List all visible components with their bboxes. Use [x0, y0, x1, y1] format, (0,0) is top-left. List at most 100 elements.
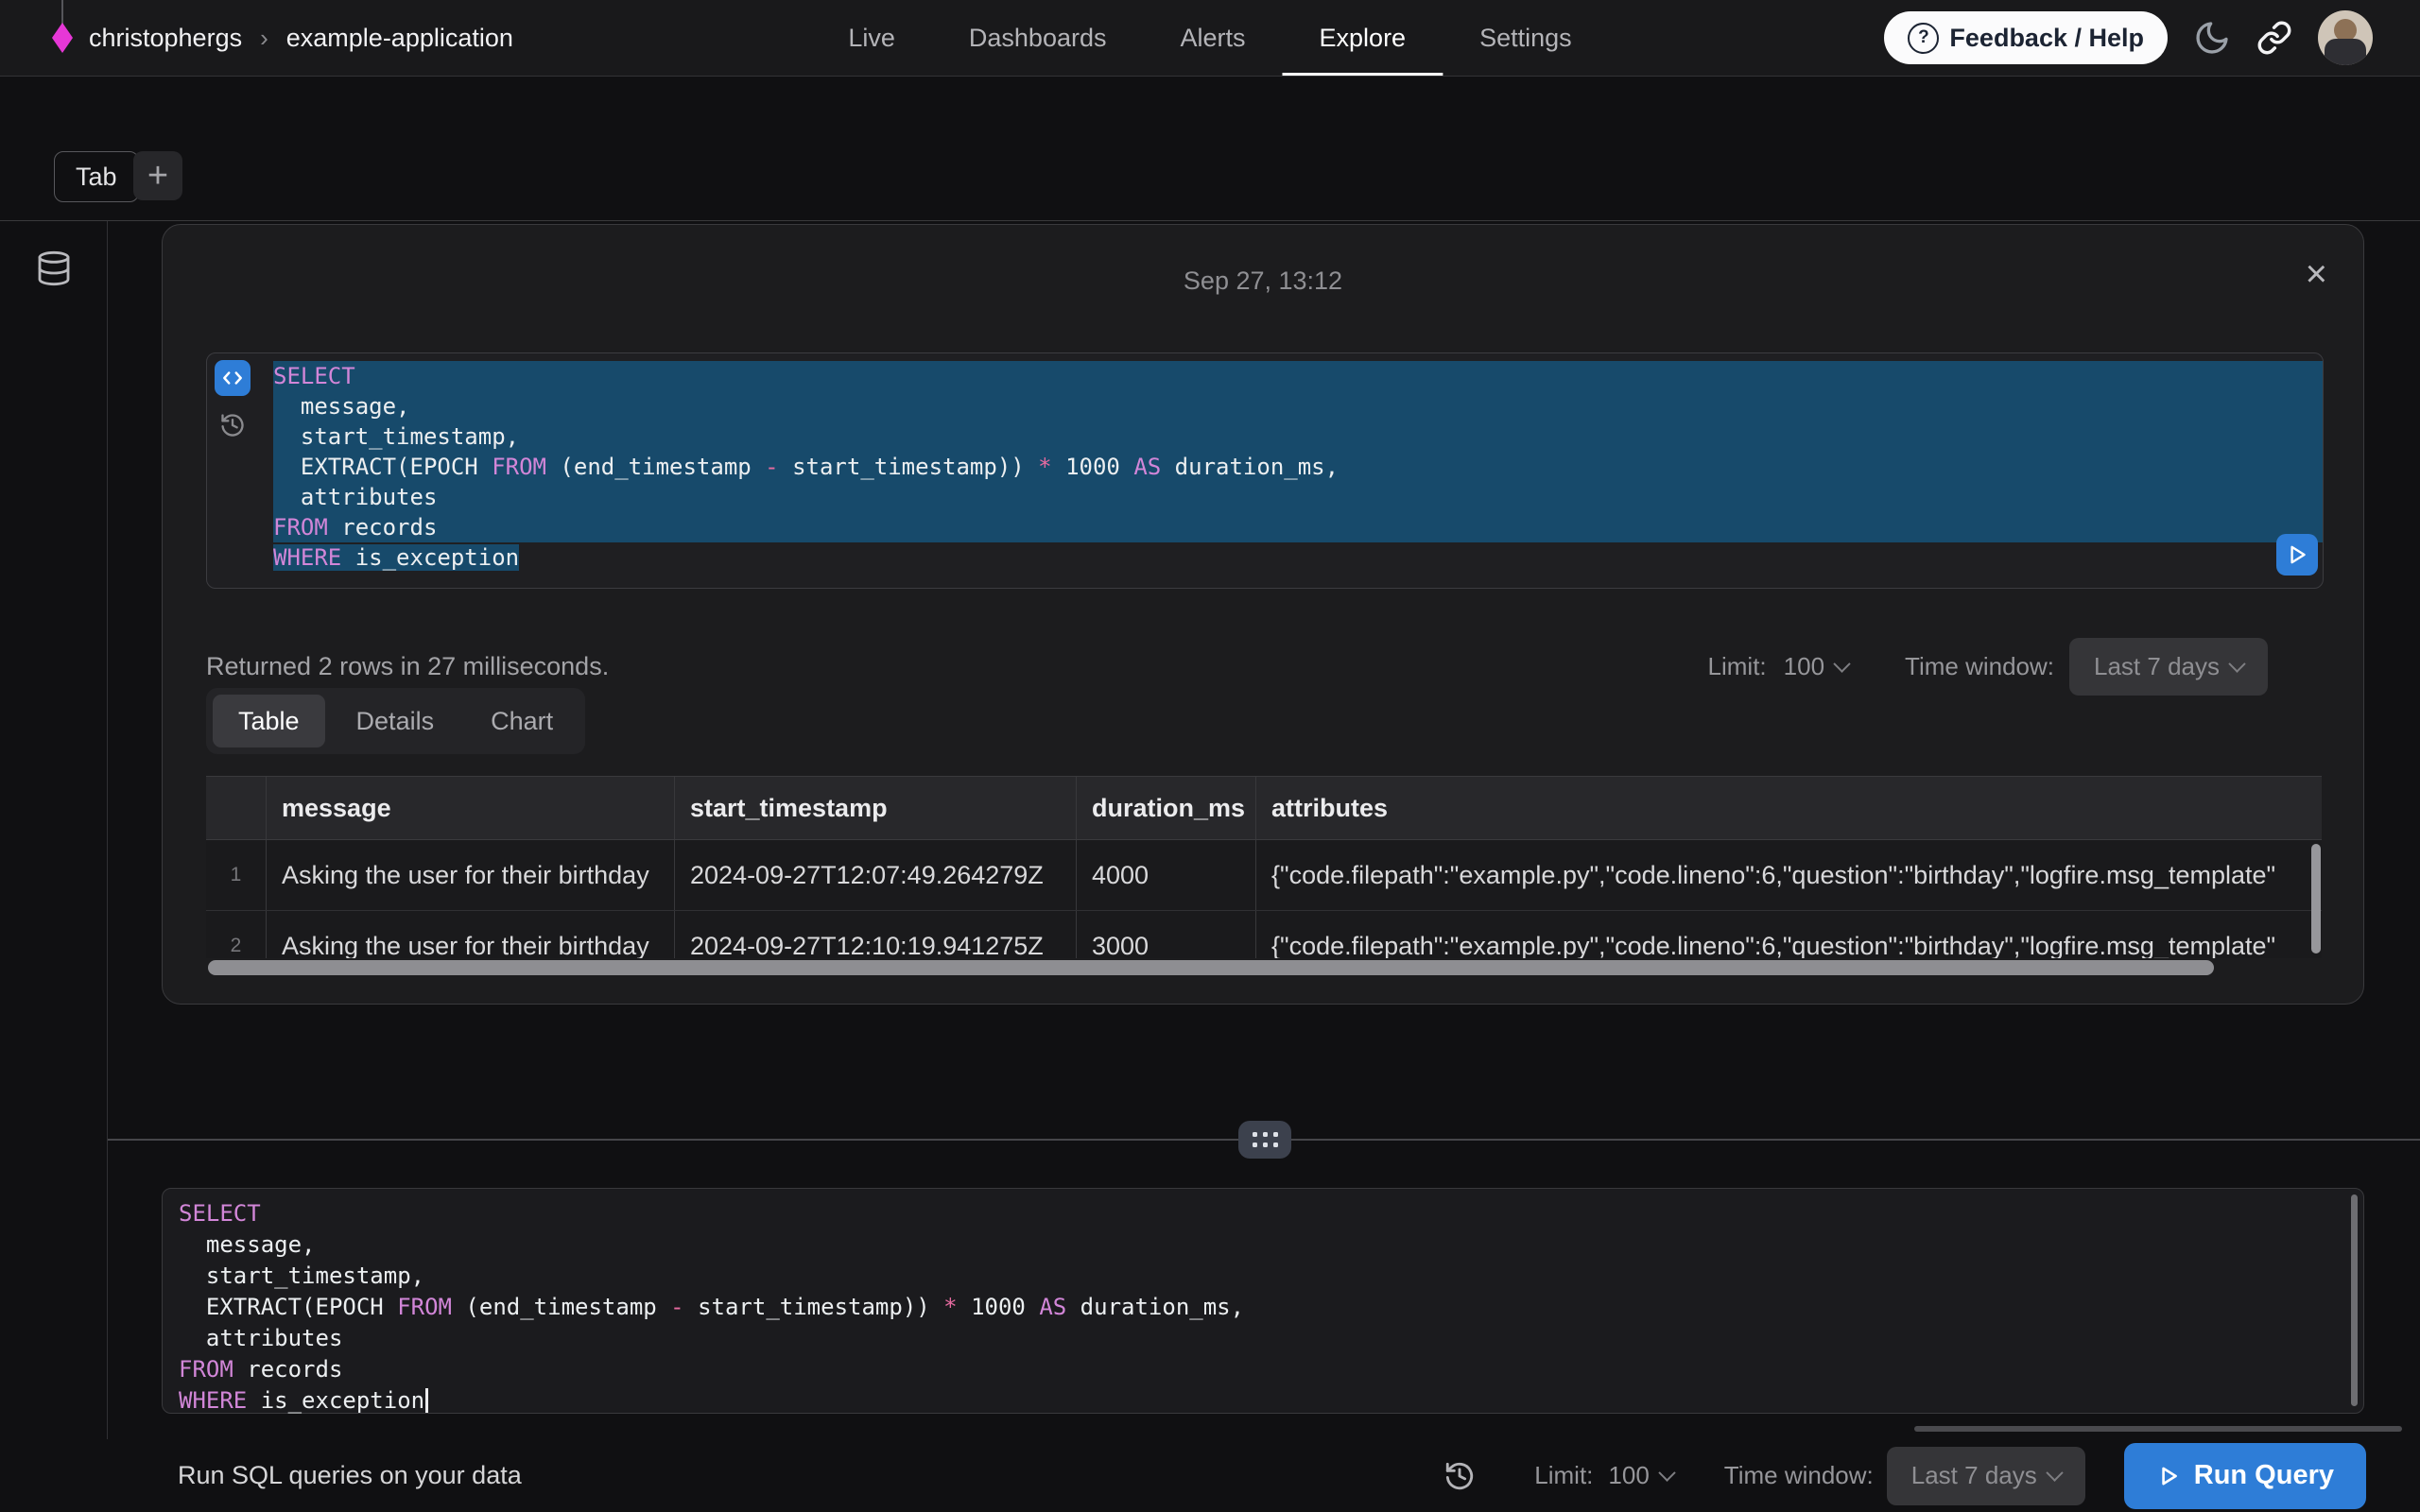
breadcrumb: christophergs › example-application: [52, 0, 513, 76]
pane-resize-handle[interactable]: [1238, 1121, 1291, 1159]
chevron-down-icon: [1833, 655, 1850, 672]
query-history-card: Sep 27, 13:12 × SELECT message, start_ti…: [162, 224, 2364, 1005]
drag-dots-icon: [1253, 1132, 1278, 1147]
schema-browser-button[interactable]: [35, 249, 73, 1439]
footer-bar: Run SQL queries on your data Limit: 100 …: [0, 1439, 2420, 1512]
sql-line: SELECT: [273, 361, 2323, 391]
column-header: [206, 777, 267, 839]
limit-label: Limit:: [1708, 652, 1767, 681]
chevron-down-icon: [2046, 1464, 2063, 1481]
close-icon[interactable]: ×: [2306, 255, 2327, 293]
table-cell: Asking the user for their birthday: [267, 840, 675, 910]
logfire-logo-icon[interactable]: [52, 23, 73, 53]
sql-line: SELECT: [179, 1198, 2335, 1229]
limit-value: 100: [1784, 652, 1824, 681]
feedback-help-button[interactable]: ? Feedback / Help: [1884, 11, 2168, 64]
footer-controls: Limit: 100 Time window: Last 7 days Run …: [1443, 1439, 2366, 1512]
time-window-select[interactable]: Last 7 days: [1887, 1447, 2085, 1505]
dark-mode-toggle[interactable]: [2193, 19, 2231, 57]
query-timestamp: Sep 27, 13:12: [163, 266, 2363, 296]
historic-query-block[interactable]: SELECT message, start_timestamp, EXTRACT…: [206, 352, 2324, 589]
feedback-help-label: Feedback / Help: [1949, 24, 2144, 53]
share-link-button[interactable]: [2256, 20, 2292, 56]
user-avatar[interactable]: [2318, 10, 2373, 65]
column-header: start_timestamp: [675, 777, 1077, 839]
code-icon: [220, 366, 245, 390]
main-nav: LiveDashboardsAlertsExploreSettings: [811, 0, 1608, 76]
copy-to-editor-button[interactable]: [215, 360, 251, 396]
nav-item-live[interactable]: Live: [811, 0, 932, 76]
left-sidebar: [0, 221, 108, 1439]
history-icon: [219, 412, 246, 438]
run-historic-query-button[interactable]: [2276, 534, 2318, 576]
sql-line: FROM records: [179, 1354, 2335, 1385]
view-tab-details[interactable]: Details: [331, 695, 460, 747]
sql-editor-code[interactable]: SELECT message, start_timestamp, EXTRACT…: [179, 1198, 2335, 1413]
results-table: messagestart_timestampduration_msattribu…: [206, 776, 2322, 958]
table-cell: Asking the user for their birthday: [267, 911, 675, 958]
play-icon: [2285, 542, 2309, 567]
nav-item-alerts[interactable]: Alerts: [1143, 0, 1282, 76]
sql-line: message,: [179, 1229, 2335, 1261]
sql-line: start_timestamp,: [273, 421, 2323, 452]
query-history-button[interactable]: [1443, 1460, 1476, 1492]
table-row[interactable]: 1Asking the user for their birthday2024-…: [206, 840, 2322, 911]
query-history-button[interactable]: [219, 412, 246, 438]
sql-line: message,: [273, 391, 2323, 421]
time-window-value: Last 7 days: [1911, 1461, 2037, 1490]
column-header: attributes: [1256, 777, 2322, 839]
sql-editor[interactable]: SELECT message, start_timestamp, EXTRACT…: [162, 1188, 2364, 1414]
sql-line: EXTRACT(EPOCH FROM (end_timestamp - star…: [273, 452, 2323, 482]
sql-line: attributes: [273, 482, 2323, 512]
view-tab-table[interactable]: Table: [213, 695, 325, 747]
sql-line: start_timestamp,: [179, 1261, 2335, 1292]
table-cell: 3000: [1077, 911, 1256, 958]
table-cell: 2024-09-27T12:10:19.941275Z: [675, 911, 1077, 958]
chevron-down-icon: [1658, 1464, 1675, 1481]
question-circle-icon: ?: [1908, 23, 1939, 54]
editor-vertical-scrollbar[interactable]: [2351, 1194, 2358, 1406]
sql-line: FROM records: [273, 512, 2323, 542]
link-icon: [2256, 20, 2292, 56]
limit-select[interactable]: 100: [1784, 652, 1848, 681]
play-icon: [2156, 1464, 2181, 1488]
time-window-select[interactable]: Last 7 days: [2069, 638, 2268, 696]
footer-hint: Run SQL queries on your data: [178, 1439, 522, 1512]
query-tab[interactable]: Tab: [54, 151, 139, 202]
column-header: message: [267, 777, 675, 839]
nav-item-explore[interactable]: Explore: [1283, 0, 1443, 76]
table-row[interactable]: 2Asking the user for their birthday2024-…: [206, 911, 2322, 958]
time-window-label: Time window:: [1905, 652, 2054, 681]
time-window-label: Time window:: [1724, 1461, 1874, 1490]
editor-horizontal-scrollbar[interactable]: [1914, 1426, 2402, 1432]
table-vertical-scrollbar[interactable]: [2311, 844, 2321, 954]
sql-line: WHERE is_exception: [273, 542, 2323, 573]
table-cell: 2024-09-27T12:07:49.264279Z: [675, 840, 1077, 910]
limit-value: 100: [1608, 1461, 1649, 1490]
sql-line: EXTRACT(EPOCH FROM (end_timestamp - star…: [179, 1292, 2335, 1323]
breadcrumb-separator-icon: ›: [258, 24, 270, 53]
moon-icon: [2193, 19, 2231, 57]
history-icon: [1443, 1460, 1476, 1492]
table-cell: {"code.filepath":"example.py","code.line…: [1256, 840, 2322, 910]
breadcrumb-project[interactable]: example-application: [286, 24, 513, 53]
result-summary-row: Returned 2 rows in 27 milliseconds. Limi…: [206, 638, 2268, 696]
limit-select[interactable]: 100: [1608, 1461, 1672, 1490]
column-header: duration_ms: [1077, 777, 1256, 839]
text-cursor: [425, 1388, 428, 1413]
result-summary: Returned 2 rows in 27 milliseconds.: [206, 652, 609, 681]
run-query-button[interactable]: Run Query: [2124, 1443, 2366, 1509]
nav-item-dashboards[interactable]: Dashboards: [932, 0, 1144, 76]
breadcrumb-org[interactable]: christophergs: [89, 24, 242, 53]
sql-line: WHERE is_exception: [179, 1385, 2335, 1417]
view-tab-chart[interactable]: Chart: [465, 695, 579, 747]
time-window-value: Last 7 days: [2094, 652, 2220, 681]
result-options: Limit: 100 Time window: Last 7 days: [1708, 638, 2268, 696]
table-header-row: messagestart_timestampduration_msattribu…: [206, 776, 2322, 840]
table-horizontal-scrollbar[interactable]: [208, 960, 2214, 975]
nav-item-settings[interactable]: Settings: [1443, 0, 1609, 76]
table-cell: 1: [206, 840, 267, 910]
sql-line: attributes: [179, 1323, 2335, 1354]
historic-sql-code[interactable]: SELECT message, start_timestamp, EXTRACT…: [273, 361, 2323, 588]
add-tab-button[interactable]: +: [133, 151, 182, 200]
